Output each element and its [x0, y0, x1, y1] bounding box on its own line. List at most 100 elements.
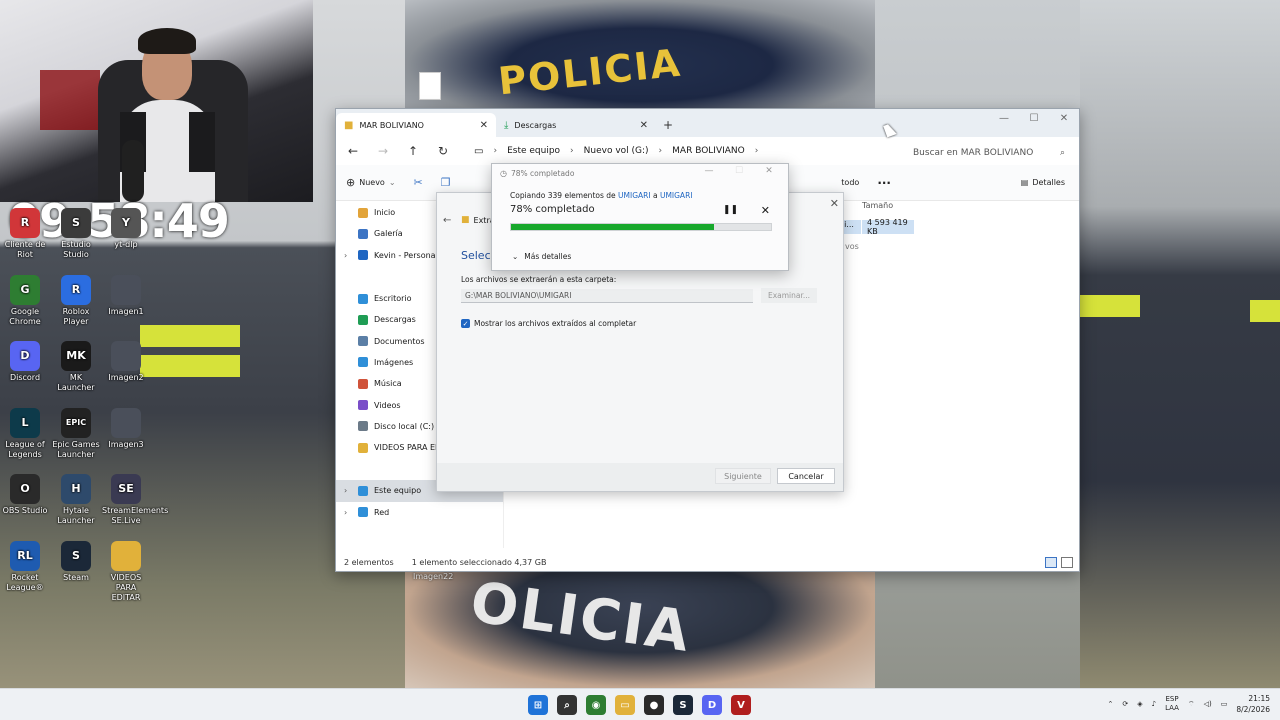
source-link[interactable]: UMIGARI: [618, 191, 651, 200]
chevron-up-icon[interactable]: ⌃: [1108, 700, 1114, 708]
desktop-icon[interactable]: EPIC Epic Games Launcher: [52, 408, 100, 460]
show-files-checkbox[interactable]: ✓ Mostrar los archivos extraídos al comp…: [461, 319, 636, 328]
discord-icon[interactable]: D: [702, 695, 722, 715]
sync-icon[interactable]: ⟳: [1122, 700, 1128, 708]
desktop-icon[interactable]: R Cliente de Riot: [1, 208, 49, 260]
desktop-icon[interactable]: Imagen1: [102, 275, 150, 317]
pause-icon[interactable]: ❚❚: [723, 205, 738, 215]
more-details-toggle[interactable]: ⌄ Más detalles: [512, 252, 571, 261]
breadcrumb-item[interactable]: Nuevo vol (G:): [584, 146, 649, 156]
close-icon[interactable]: ✕: [830, 197, 839, 210]
breadcrumb-item[interactable]: Este equipo: [507, 146, 560, 156]
minimize-icon[interactable]: —: [694, 166, 724, 176]
sidebar-item-label: Música: [374, 379, 402, 389]
desktop-icon[interactable]: Imagen3: [102, 408, 150, 450]
close-icon[interactable]: ✕: [1049, 109, 1079, 127]
document-icon[interactable]: [419, 72, 441, 100]
volume-icon[interactable]: ◁): [1204, 700, 1212, 708]
app-icon: L: [10, 408, 40, 438]
chevron-right-icon[interactable]: ›: [344, 508, 347, 517]
chevron-right-icon[interactable]: ›: [344, 486, 347, 495]
desktop-icon[interactable]: D Discord: [1, 341, 49, 383]
desktop-icon[interactable]: Yyt-dlp: [102, 208, 150, 250]
back-arrow-icon[interactable]: ←: [443, 215, 451, 226]
desktop-icon-label[interactable]: Imagen22: [413, 572, 453, 581]
desktop-icon[interactable]: R Roblox Player: [52, 275, 100, 327]
desktop-icon[interactable]: G Google Chrome: [1, 275, 49, 327]
chevron-right-icon[interactable]: ›: [344, 251, 347, 260]
close-tab-icon[interactable]: ✕: [480, 120, 488, 131]
language-indicator[interactable]: ESP LAA: [1165, 695, 1179, 713]
obs-icon[interactable]: ●: [644, 695, 664, 715]
file-size-cell[interactable]: 4 593 419 KB: [862, 218, 914, 236]
maximize-icon[interactable]: ☐: [1019, 109, 1049, 127]
monitor-icon[interactable]: ▭: [474, 146, 483, 157]
copy-prefix: Copiando 339 elementos de: [510, 191, 619, 200]
copy-icon: ❐: [440, 176, 451, 189]
copy-button[interactable]: ❐: [441, 176, 451, 189]
app-icon: H: [61, 474, 91, 504]
start-icon[interactable]: ⊞: [528, 695, 548, 715]
progress-bar: [510, 223, 772, 231]
checkmark-icon[interactable]: ✓: [461, 319, 470, 328]
details-button[interactable]: ▤ Detalles: [1021, 178, 1065, 187]
microphone-icon[interactable]: ♪: [1152, 700, 1156, 708]
search-input[interactable]: Buscar en MAR BOLIVIANO ⌕: [907, 143, 1071, 163]
sidebar-item-label: Galería: [374, 229, 403, 239]
network-icon[interactable]: ◈: [1137, 700, 1142, 708]
refresh-icon[interactable]: ↻: [436, 144, 450, 158]
breadcrumb-item[interactable]: MAR BOLIVIANO: [672, 146, 745, 156]
wifi-icon[interactable]: ⌔: [1188, 700, 1195, 709]
select-all-button[interactable]: todo: [841, 178, 859, 187]
search-icon[interactable]: ⌕: [557, 695, 577, 715]
voice-icon[interactable]: V: [731, 695, 751, 715]
desktop-icon[interactable]: MK MK Launcher: [52, 341, 100, 393]
app-icon: EPIC: [61, 408, 91, 438]
up-arrow-icon[interactable]: ↑: [406, 144, 420, 158]
minimize-icon[interactable]: —: [989, 109, 1019, 127]
desktop-icon[interactable]: Imagen2: [102, 341, 150, 383]
desktop-icon[interactable]: SE StreamElements SE.Live: [102, 474, 168, 526]
chevron-right-icon[interactable]: ›: [570, 146, 574, 156]
tab-descargas[interactable]: ⤓ Descargas ✕: [496, 113, 656, 137]
desktop-icon[interactable]: O OBS Studio: [1, 474, 49, 516]
steam-icon[interactable]: S: [673, 695, 693, 715]
desktop-icon-label: Rocket League®: [6, 573, 44, 592]
desktop-icon[interactable]: L League of Legends: [1, 408, 49, 460]
tab-mar-boliviano[interactable]: ■ MAR BOLIVIANO ✕: [336, 113, 496, 137]
chevron-right-icon[interactable]: ›: [659, 146, 663, 156]
back-arrow-icon[interactable]: ←: [346, 144, 360, 158]
destination-link[interactable]: UMIGARI: [660, 191, 693, 200]
chrome-icon[interactable]: ◉: [586, 695, 606, 715]
column-header-size[interactable]: Tamaño: [862, 201, 893, 210]
close-icon[interactable]: ✕: [754, 166, 784, 176]
desktop-icon[interactable]: S Steam: [52, 541, 100, 583]
next-button[interactable]: Siguiente: [715, 468, 771, 484]
desktop-icon-label: Cliente de Riot: [4, 240, 46, 259]
chevron-right-icon[interactable]: ›: [755, 146, 759, 156]
title-bar[interactable]: ■ MAR BOLIVIANO ✕ ⤓ Descargas ✕ + — ☐ ✕: [336, 109, 1079, 137]
cancel-button[interactable]: Cancelar: [777, 468, 835, 484]
forward-arrow-icon[interactable]: →: [376, 144, 390, 158]
cut-button[interactable]: ✂: [414, 176, 423, 189]
details-view-icon[interactable]: [1045, 557, 1057, 568]
battery-icon[interactable]: ▭: [1221, 700, 1228, 708]
desktop-icon[interactable]: VIDEOS PARA EDITAR: [102, 541, 150, 603]
desktop-icon[interactable]: S Estudio Studio: [52, 208, 100, 260]
desktop-icon[interactable]: H Hytale Launcher: [52, 474, 100, 526]
browse-button[interactable]: Examinar...: [761, 288, 817, 303]
more-options-button[interactable]: ···: [877, 176, 891, 190]
close-tab-icon[interactable]: ✕: [640, 120, 648, 131]
stop-icon[interactable]: ✕: [761, 204, 770, 217]
desktop-icon[interactable]: RL Rocket League®: [1, 541, 49, 593]
clock-area[interactable]: 21:15 8/2/2026: [1236, 693, 1270, 715]
explorer-icon[interactable]: ▭: [615, 695, 635, 715]
sidebar-item[interactable]: › Red: [336, 502, 503, 523]
maximize-icon[interactable]: ☐: [724, 166, 754, 176]
new-button[interactable]: ⊕ Nuevo ⌄: [346, 176, 396, 189]
tiles-view-icon[interactable]: [1061, 557, 1073, 568]
search-placeholder: Buscar en MAR BOLIVIANO: [913, 148, 1034, 158]
new-tab-button[interactable]: +: [656, 113, 680, 137]
destination-path-input[interactable]: G:\MAR BOLIVIANO\UMIGARI: [461, 289, 753, 303]
chevron-right-icon[interactable]: ›: [493, 146, 497, 156]
